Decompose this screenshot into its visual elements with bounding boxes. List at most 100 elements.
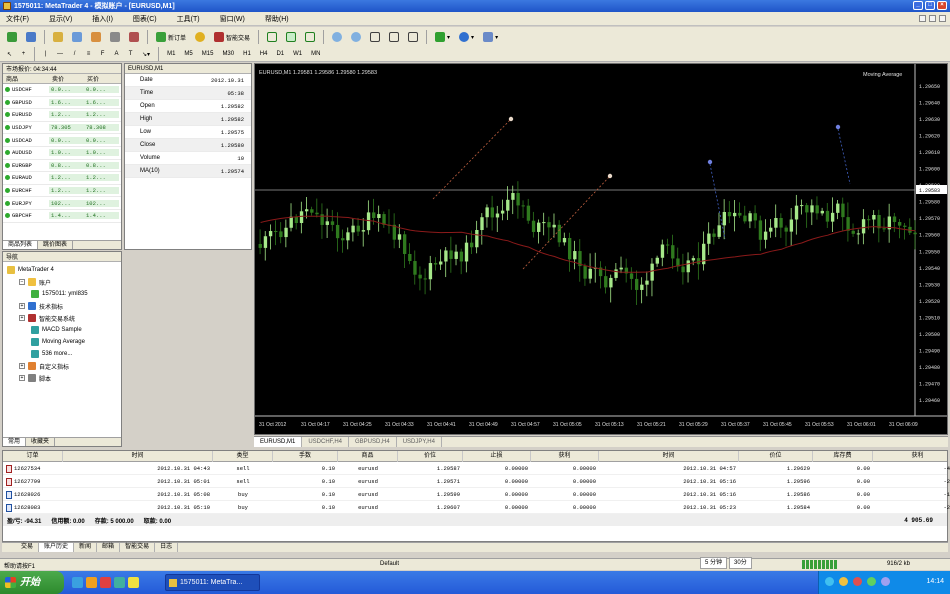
mdi-minimize-button[interactable] xyxy=(919,15,926,22)
timeframe-d1[interactable]: D1 xyxy=(273,49,287,60)
market-watch-row[interactable]: EURCHF 1.2... 1.2... xyxy=(3,185,121,198)
profiles-button[interactable] xyxy=(23,30,39,44)
market-watch-row[interactable]: EURGBP 0.8... 0.8... xyxy=(3,160,121,173)
tab-news[interactable]: 新闻 xyxy=(74,543,98,552)
market-watch-row[interactable]: USDCAD 0.9... 0.9... xyxy=(3,134,121,147)
channel-tool[interactable]: ≡ xyxy=(83,49,94,60)
strategy-tester-button[interactable] xyxy=(126,30,142,44)
column-order[interactable]: 订单 xyxy=(3,451,63,462)
periods-button[interactable]: ▾ xyxy=(456,30,477,44)
navigator-item[interactable]: + 技术指标 xyxy=(3,300,121,312)
column-ask[interactable]: 买价 xyxy=(84,74,119,83)
close-button[interactable]: × xyxy=(937,1,947,10)
data-window-button[interactable] xyxy=(69,30,85,44)
market-watch-row[interactable]: AUDUSD 1.0... 1.0... xyxy=(3,147,121,160)
column-symbol[interactable]: 商品 xyxy=(338,451,398,462)
history-row[interactable]: 12627534 2012.10.31 04:43 sell 0.10 eurusd 1.… xyxy=(3,462,950,475)
timeframe-h1[interactable]: H1 xyxy=(240,49,254,60)
mdi-restore-button[interactable] xyxy=(929,15,936,22)
chart-canvas[interactable]: 1.29650 1.29640 1.29630 1.29620 1.29610 1.296… xyxy=(255,64,948,435)
column-swap[interactable]: 库存费 xyxy=(813,451,873,462)
tray-messenger-icon[interactable] xyxy=(881,577,890,586)
menu-file[interactable]: 文件(F) xyxy=(6,14,29,24)
market-watch-row[interactable]: USDJPY 78.305 78.308 xyxy=(3,122,121,135)
navigator-item[interactable]: Moving Average xyxy=(3,336,121,348)
chart-tab-eurusd[interactable]: EURUSD,M1 xyxy=(254,437,303,447)
indicators-button[interactable]: ▾ xyxy=(432,30,453,44)
navigator-item[interactable]: MACD Sample xyxy=(3,324,121,336)
collapse-icon[interactable]: − xyxy=(19,279,25,285)
expand-icon[interactable]: + xyxy=(19,315,25,321)
arrows-tool[interactable]: ↘▾ xyxy=(139,49,153,60)
tray-network-icon[interactable] xyxy=(825,577,834,586)
timeframe-m30[interactable]: M30 xyxy=(219,49,237,60)
zoom-out-button[interactable] xyxy=(348,30,364,44)
market-watch-row[interactable]: EURJPY 102... 102... xyxy=(3,197,121,210)
text-tool[interactable]: A xyxy=(111,49,122,60)
market-watch-row[interactable]: GBPUSD 1.6... 1.6... xyxy=(3,97,121,110)
column-bid[interactable]: 卖价 xyxy=(49,74,84,83)
tile-windows-button[interactable] xyxy=(367,30,383,44)
trade-arrow-marker[interactable] xyxy=(508,116,514,122)
tab-tick-chart[interactable]: 跳价图表 xyxy=(38,241,74,249)
bar-chart-button[interactable] xyxy=(264,30,280,44)
trade-arrow-marker[interactable] xyxy=(707,159,713,165)
column-type[interactable]: 类型 xyxy=(213,451,273,462)
column-profit[interactable]: 获利 xyxy=(873,451,950,462)
navigator-item[interactable]: + 智能交易系统 xyxy=(3,312,121,324)
navigator-item[interactable]: MetaTrader 4 xyxy=(3,264,121,276)
column-tp[interactable]: 获利 xyxy=(531,451,599,462)
candlestick-button[interactable] xyxy=(283,30,299,44)
tab-common[interactable]: 常用 xyxy=(3,438,27,446)
quicklaunch-desktop-icon[interactable] xyxy=(114,577,125,588)
terminal-button[interactable] xyxy=(107,30,123,44)
quicklaunch-ie-icon[interactable] xyxy=(72,577,83,588)
tray-security-icon[interactable] xyxy=(853,577,862,586)
expand-icon[interactable]: + xyxy=(19,363,25,369)
tab-account-history[interactable]: 账户历史 xyxy=(39,543,75,552)
timeframe-m5[interactable]: M5 xyxy=(181,49,195,60)
market-watch-row[interactable]: EURAUD 1.2... 1.2... xyxy=(3,172,121,185)
navigator-button[interactable] xyxy=(88,30,104,44)
navigator-item[interactable]: 536 more... xyxy=(3,348,121,360)
expand-icon[interactable]: + xyxy=(19,303,25,309)
new-chart-button[interactable] xyxy=(4,30,20,44)
auto-scroll-button[interactable] xyxy=(386,30,402,44)
menu-tools[interactable]: 工具(T) xyxy=(177,14,200,24)
templates-button[interactable]: ▾ xyxy=(480,30,501,44)
history-row[interactable]: 12628026 2012.10.31 05:08 buy 0.10 eurusd 1.2… xyxy=(3,488,950,501)
vertical-line-tool[interactable]: | xyxy=(40,49,51,60)
line-chart-button[interactable] xyxy=(302,30,318,44)
navigator-item[interactable]: − 账户 xyxy=(3,276,121,288)
chart-tab-usdchf[interactable]: USDCHF,H4 xyxy=(302,437,350,447)
timeframe-w1[interactable]: W1 xyxy=(290,49,305,60)
float-button-5min[interactable]: 5 分钟 xyxy=(700,557,728,569)
chart-tab-usdjpy[interactable]: USDJPY,H4 xyxy=(397,437,442,447)
navigator-item[interactable]: + 脚本 xyxy=(3,372,121,384)
maximize-button[interactable]: □ xyxy=(925,1,935,10)
timeframe-h4[interactable]: H4 xyxy=(257,49,271,60)
metaeditor-button[interactable] xyxy=(192,30,208,44)
quicklaunch-app-icon[interactable] xyxy=(100,577,111,588)
tab-journal[interactable]: 日志 xyxy=(155,543,179,552)
column-lots[interactable]: 手数 xyxy=(273,451,338,462)
column-price[interactable]: 价位 xyxy=(398,451,463,462)
quicklaunch-extra-icon[interactable] xyxy=(128,577,139,588)
tab-experts[interactable]: 智能交易 xyxy=(120,543,156,552)
menu-view[interactable]: 显示(V) xyxy=(49,14,72,24)
trade-arrow-marker[interactable] xyxy=(607,173,613,179)
menu-charts[interactable]: 图表(C) xyxy=(133,14,157,24)
timeframe-m1[interactable]: M1 xyxy=(164,49,178,60)
float-button-30min[interactable]: 30分 xyxy=(729,557,752,569)
navigator-item[interactable]: 1575011: yml835 xyxy=(3,288,121,300)
navigator-item[interactable]: + 自定义指标 xyxy=(3,360,121,372)
tab-favorites[interactable]: 收藏夹 xyxy=(26,438,56,446)
fibonacci-tool[interactable]: F xyxy=(97,49,108,60)
market-watch-row[interactable]: EURUSD 1.2... 1.2... xyxy=(3,109,121,122)
market-watch-row[interactable]: GBPCHF 1.4... 1.4... xyxy=(3,210,121,223)
zoom-in-button[interactable] xyxy=(329,30,345,44)
text-label-tool[interactable]: T xyxy=(125,49,136,60)
tab-trade[interactable]: 交易 xyxy=(16,543,40,552)
minimize-button[interactable]: _ xyxy=(913,1,923,10)
trade-arrow-marker[interactable] xyxy=(835,124,841,130)
